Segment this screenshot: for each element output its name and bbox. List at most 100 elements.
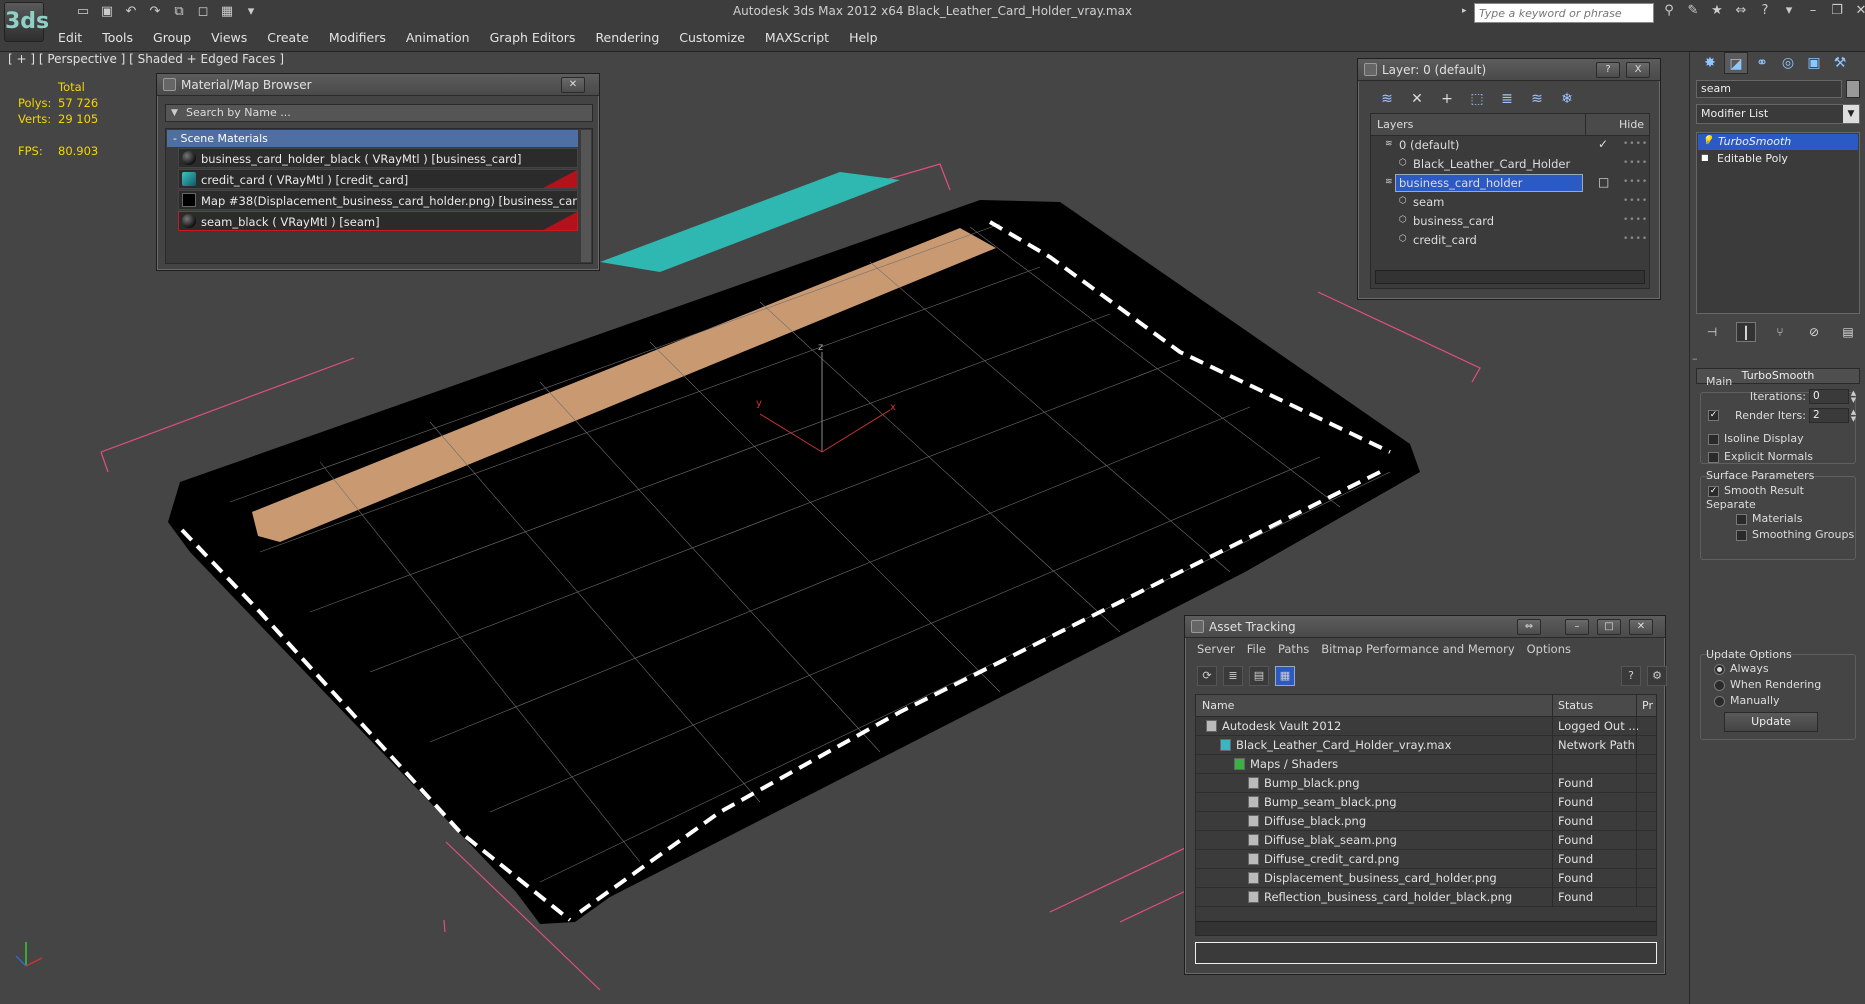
menu-graph-editors[interactable]: Graph Editors [480,26,586,48]
save-icon[interactable]: ▣ [98,4,116,20]
asset-horizontal-scrollbar[interactable] [1196,921,1656,935]
utilities-tab-icon[interactable]: ⚒ [1828,52,1852,74]
extra-column-header[interactable]: Pr [1642,699,1653,712]
iterations-spinner[interactable]: 0 ▲ ▼ [1809,389,1856,404]
binoculars-icon[interactable]: ⚲ [1660,3,1678,19]
update-button[interactable]: Update [1724,712,1818,732]
redo-icon[interactable]: ↷ [146,4,164,20]
help-icon[interactable]: ? [1756,3,1774,19]
object-name-field[interactable]: seam [1696,80,1842,98]
help-dropdown-icon[interactable]: ▾ [1780,3,1798,19]
modifier-stack-item[interactable]: ■ Editable Poly [1697,151,1859,167]
material-item[interactable]: credit_card ( VRayMtl ) [credit_card] [178,169,578,189]
list-view-icon[interactable]: ≣ [1223,666,1243,686]
modifier-on-icon[interactable]: 💡 [1702,136,1713,147]
hierarchy-tab-icon[interactable]: ⚭ [1750,52,1774,74]
layer-row[interactable]: ⬡ seam •••• [1371,193,1649,212]
asset-row[interactable]: Diffuse_black.png Found [1196,812,1656,831]
subscription-icon[interactable]: ✎ [1684,3,1702,19]
material-item[interactable]: seam_black ( VRayMtl ) [seam] [178,211,578,231]
viewport-label[interactable]: [ + ] [ Perspective ] [ Shaded + Edged F… [8,52,284,66]
material-browser-title-bar[interactable]: Material/Map Browser ✕ [157,74,599,96]
undo-icon[interactable]: ↶ [122,4,140,20]
thumbnail-view-icon[interactable]: ▤ [1249,666,1269,686]
asset-row[interactable]: Displacement_business_card_holder.png Fou… [1196,869,1656,888]
remove-modifier-icon[interactable]: ⊘ [1804,322,1824,342]
spinner-arrows-icon[interactable]: ▲ ▼ [1849,390,1858,405]
create-tab-icon[interactable]: ✸ [1698,52,1722,74]
separate-materials-checkbox[interactable] [1736,514,1747,525]
asset-row[interactable]: Bump_seam_black.png Found [1196,793,1656,812]
pin-stack-icon[interactable]: ⊣ [1702,322,1722,342]
table-view-icon[interactable]: ▦ [1275,666,1295,686]
isoline-display-checkbox[interactable] [1708,434,1719,445]
delete-layer-icon[interactable]: ✕ [1406,89,1428,109]
minimize-button[interactable]: – [1565,619,1589,635]
refresh-icon[interactable]: ⟳ [1197,666,1217,686]
select-objects-icon[interactable]: ⬚ [1466,89,1488,109]
search-input[interactable]: Type a keyword or phrase [1474,3,1654,23]
name-column-header[interactable]: Name [1202,699,1234,712]
close-button[interactable]: ✕ [561,77,585,93]
update-manually-radio[interactable] [1714,696,1725,707]
menu-maxscript[interactable]: MAXScript [755,26,839,48]
help-icon[interactable]: ? [1621,666,1641,686]
material-search-input[interactable]: ▼ Search by Name ... [165,104,593,122]
show-end-result-icon[interactable]: ┃ [1736,322,1756,342]
asset-row[interactable]: Diffuse_blak_seam.png Found [1196,831,1656,850]
hide-all-icon[interactable]: ≋ [1526,89,1548,109]
viewport-layout-icon[interactable]: ▦ [218,4,236,20]
object-color-swatch[interactable] [1846,80,1860,98]
menu-rendering[interactable]: Rendering [585,26,669,48]
configure-sets-icon[interactable]: ▤ [1838,322,1858,342]
exchange-icon[interactable]: ⇔ [1732,3,1750,19]
menu-edit[interactable]: Edit [48,26,92,48]
close-button[interactable]: X [1626,62,1650,78]
menu-customize[interactable]: Customize [669,26,755,48]
dropdown-arrow-icon[interactable]: ▾ [242,4,260,20]
display-tab-icon[interactable]: ▣ [1802,52,1826,74]
make-unique-icon[interactable]: ⑂ [1770,322,1790,342]
hide-column-header[interactable]: Hide [1619,118,1644,131]
communication-icon[interactable]: ★ [1708,3,1726,19]
asset-menu-paths[interactable]: Paths [1278,642,1309,656]
layer-row[interactable]: ⬡ credit_card •••• [1371,231,1649,250]
modifier-list-dropdown[interactable]: Modifier List ▼ [1696,104,1860,124]
modifier-stack-item[interactable]: 💡 TurboSmooth [1698,134,1858,150]
layer-row[interactable]: ⬡ Black_Leather_Card_Holder •••• [1371,155,1649,174]
menu-modifiers[interactable]: Modifiers [319,26,396,48]
asset-row[interactable]: Diffuse_credit_card.png Found [1196,850,1656,869]
hide-toggle-icon[interactable]: •••• [1623,234,1648,244]
update-when-rendering-radio[interactable] [1714,680,1725,691]
menu-views[interactable]: Views [201,26,257,48]
maximize-icon[interactable]: ❐ [1828,3,1846,19]
status-column-header[interactable]: Status [1558,699,1593,712]
asset-row[interactable]: Maps / Shaders [1196,755,1656,774]
current-layer-check-icon[interactable]: ✓ [1598,137,1608,151]
rollout-collapse-icon[interactable]: – [1692,352,1698,365]
window-layout-icon[interactable]: ◻ [194,4,212,20]
help-button[interactable]: ? [1596,62,1620,78]
options-icon[interactable]: ⚙ [1647,666,1667,686]
layer-row[interactable]: ≋ business_card_holder □ •••• [1371,174,1649,193]
asset-row[interactable]: Bump_black.png Found [1196,774,1656,793]
asset-row[interactable]: Black_Leather_Card_Holder_vray.max Networ… [1196,736,1656,755]
project-folder-icon[interactable]: ⧉ [170,4,188,20]
asset-menu-file[interactable]: File [1247,642,1266,656]
layer-row[interactable]: ≋ 0 (default) ✓ •••• [1371,136,1649,155]
freeze-all-icon[interactable]: ❄ [1556,89,1578,109]
asset-tracking-title-bar[interactable]: Asset Tracking ⇔ – □ ✕ [1185,616,1665,638]
smooth-result-checkbox[interactable]: ✓ [1708,486,1719,497]
spinner-arrows-icon[interactable]: ▲ ▼ [1849,409,1858,424]
menu-tools[interactable]: Tools [92,26,143,48]
current-layer-check-icon[interactable]: □ [1598,175,1609,189]
maximize-button[interactable]: □ [1597,619,1621,635]
layer-horizontal-scrollbar[interactable] [1375,270,1645,284]
chevron-down-icon[interactable]: ▼ [1843,105,1859,123]
hide-toggle-icon[interactable]: •••• [1623,196,1648,206]
close-icon[interactable]: ✕ [1852,3,1865,19]
hide-toggle-icon[interactable]: •••• [1623,158,1648,168]
layer-window-title-bar[interactable]: Layer: 0 (default) ? X [1358,59,1660,81]
asset-row[interactable]: Autodesk Vault 2012 Logged Out ... [1196,717,1656,736]
minimize-icon[interactable]: – [1804,3,1822,19]
